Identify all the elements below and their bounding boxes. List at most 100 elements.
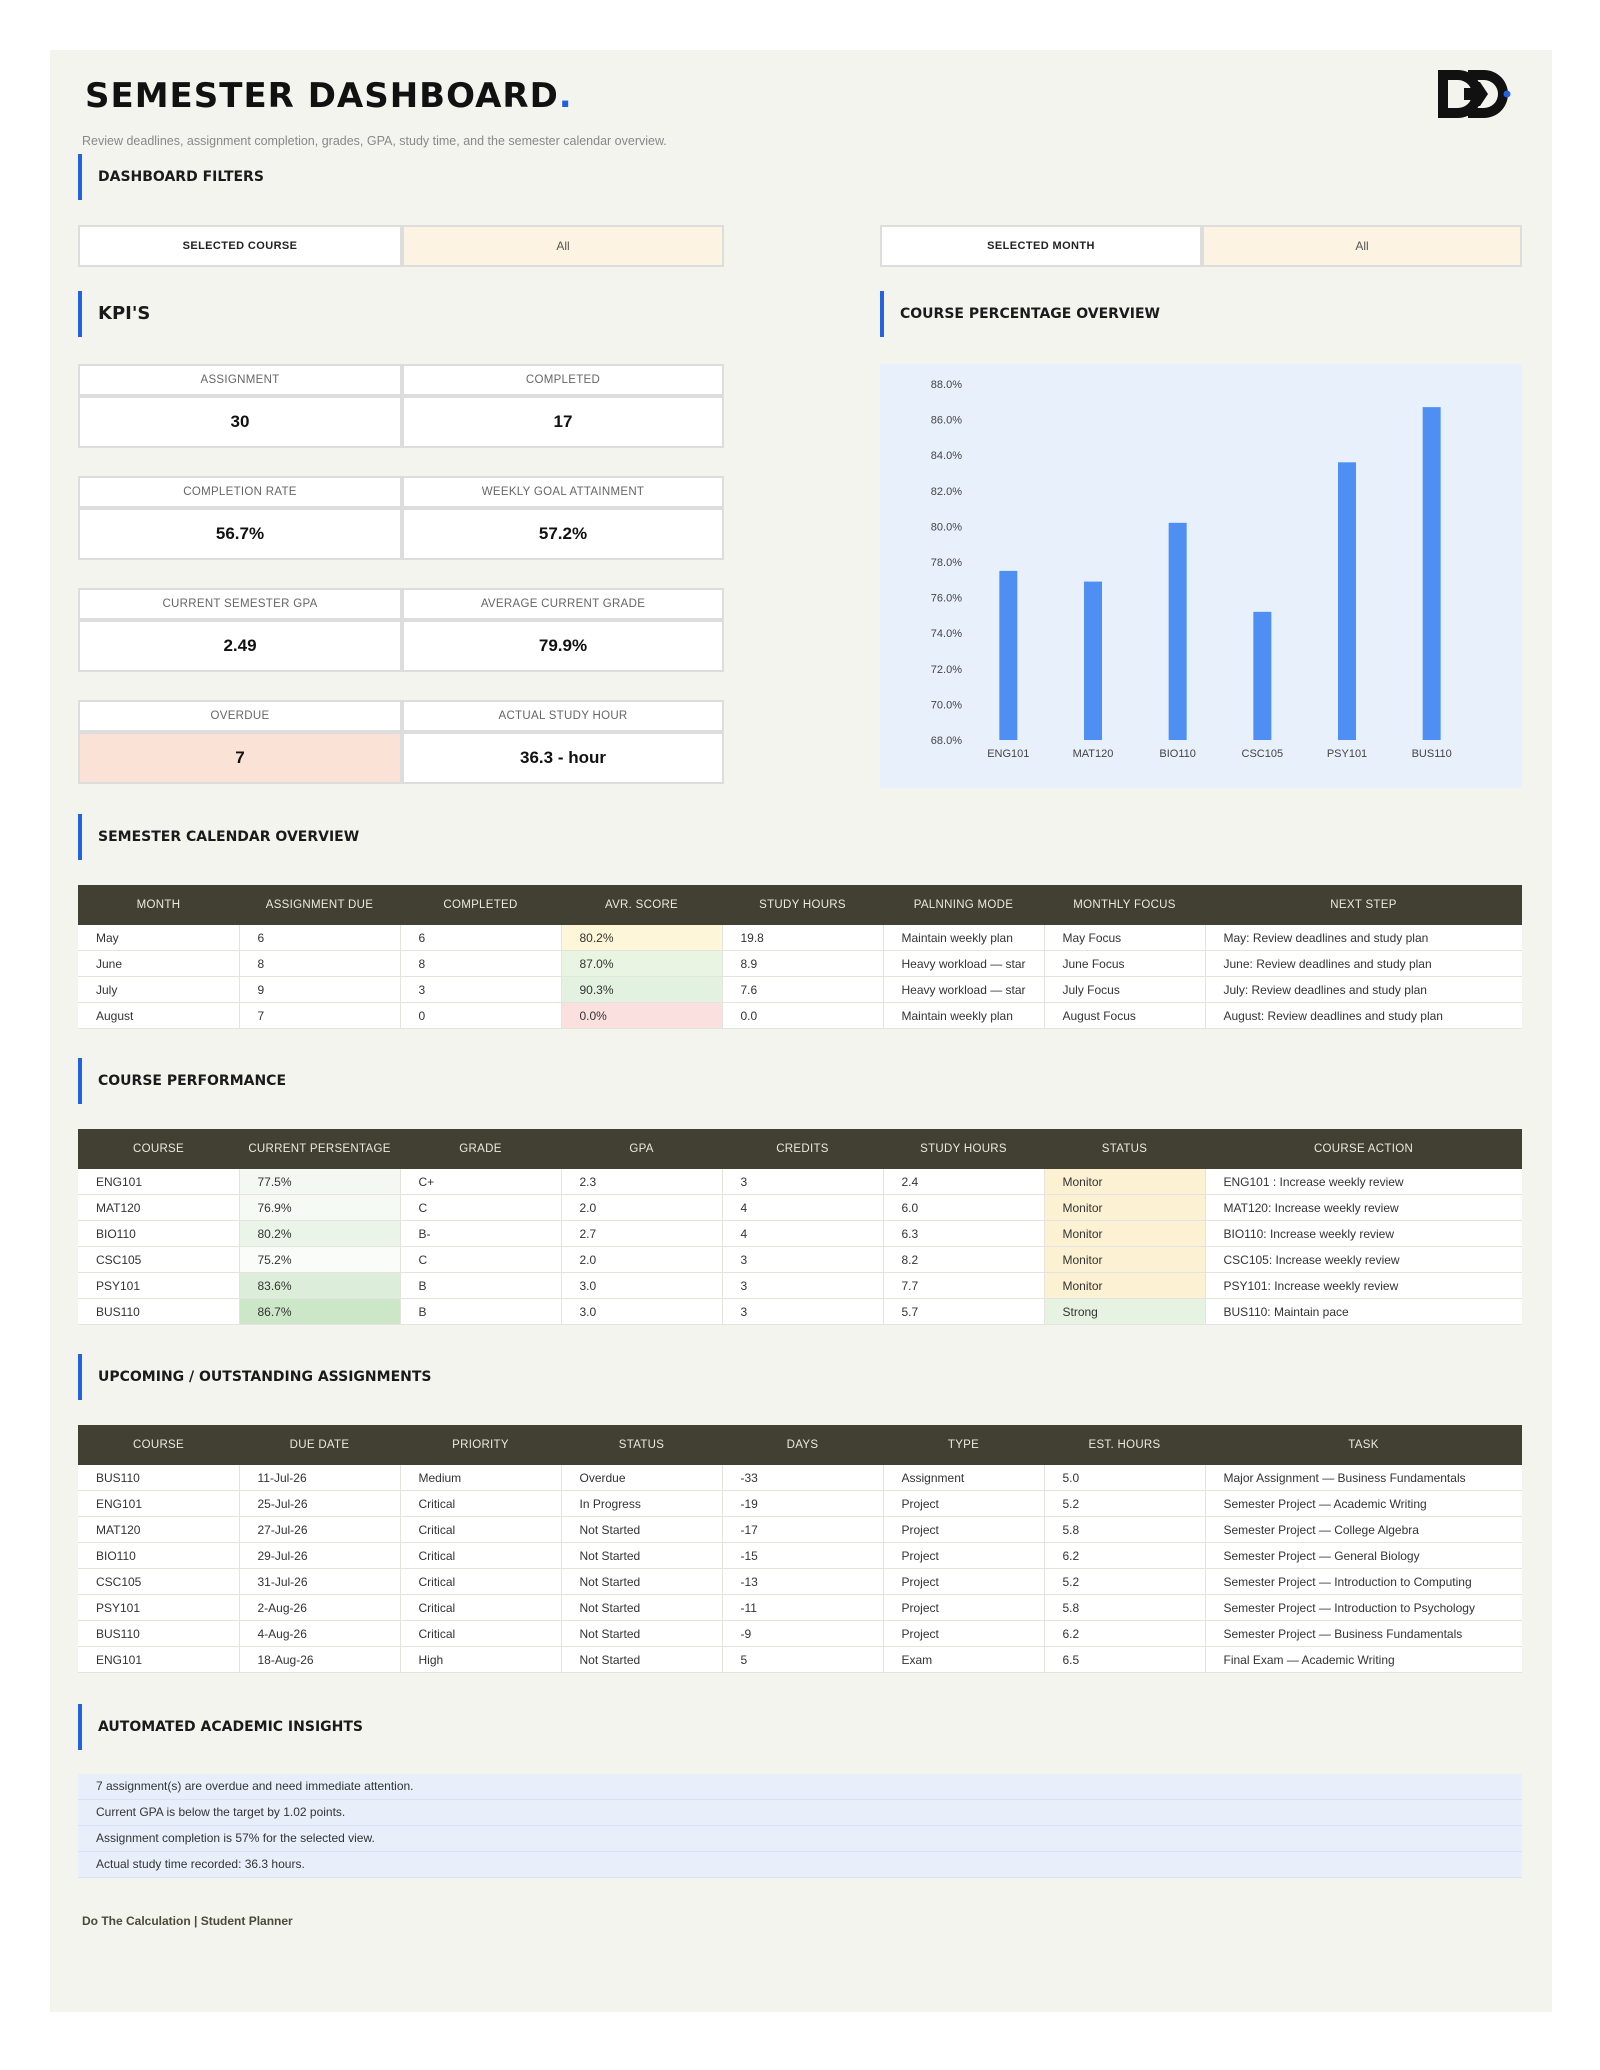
chart-bar: [1253, 611, 1272, 740]
section-upcoming-assignments: UPCOMING / OUTSTANDING ASSIGNMENTS: [78, 1354, 431, 1400]
table-cell: -11: [722, 1594, 884, 1621]
table-cell: 2.3: [561, 1169, 723, 1195]
table-cell: 4-Aug-26: [239, 1620, 401, 1647]
table-cell: BUS110: Maintain pace: [1205, 1298, 1522, 1325]
y-tick-label: 82.0%: [931, 486, 962, 498]
table-cell: Major Assignment — Business Fundamentals: [1205, 1465, 1522, 1491]
column-header: AVR. SCORE: [561, 885, 722, 925]
table-cell: 6.0: [883, 1194, 1045, 1221]
table-cell: Semester Project — Introduction to Compu…: [1205, 1568, 1522, 1595]
table-cell: July Focus: [1044, 976, 1206, 1003]
table-cell: 2.0: [561, 1246, 723, 1273]
table-cell: Semester Project — College Algebra: [1205, 1516, 1522, 1543]
table-cell: Maintain weekly plan: [883, 925, 1045, 951]
table-cell: Strong: [1044, 1298, 1206, 1325]
table-cell: -9: [722, 1620, 884, 1647]
selected-course-dropdown[interactable]: All: [402, 225, 724, 267]
kpi-avg-grade-label: AVERAGE CURRENT GRADE: [402, 588, 724, 620]
table-row: MAT120 76.9% C 2.0 4 6.0 Monitor MAT120: Increa…: [78, 1194, 1522, 1221]
table-row: June 8 8 87.0% 8.9 Heavy workload — star June …: [78, 950, 1522, 977]
table-cell: ENG101: [78, 1490, 240, 1517]
table-cell: B: [400, 1298, 562, 1325]
table-cell: 80.2%: [239, 1220, 401, 1247]
section-course-performance: COURSE PERFORMANCE: [78, 1058, 286, 1104]
column-header: GPA: [561, 1129, 722, 1169]
table-cell: Semester Project — General Biology: [1205, 1542, 1522, 1569]
table-cell: -33: [722, 1465, 884, 1491]
kpi-gpa-value: 2.49: [78, 620, 402, 672]
chart-bar: [1084, 581, 1102, 740]
table-cell: C+: [400, 1169, 562, 1195]
y-tick-label: 78.0%: [931, 557, 962, 569]
table-cell: 9: [239, 976, 401, 1003]
y-tick-label: 80.0%: [931, 521, 962, 533]
table-cell: June: [78, 950, 240, 977]
table-cell: 3: [722, 1298, 884, 1325]
table-cell: 6.2: [1044, 1542, 1206, 1569]
table-cell: Heavy workload — star: [883, 950, 1045, 977]
table-cell: PSY101: [78, 1594, 240, 1621]
table-cell: BUS110: [78, 1620, 240, 1647]
page-title: SEMESTER DASHBOARD.: [85, 76, 573, 116]
y-tick-label: 76.0%: [931, 593, 962, 605]
kpi-avg-grade-value: 79.9%: [402, 620, 724, 672]
table-cell: Assignment: [883, 1465, 1045, 1491]
table-cell: 6.2: [1044, 1620, 1206, 1647]
table-cell: Critical: [400, 1490, 562, 1517]
table-cell: 3: [722, 1246, 884, 1273]
table-cell: July: [78, 976, 240, 1003]
table-cell: June Focus: [1044, 950, 1206, 977]
table-cell: ENG101: [78, 1169, 240, 1195]
table-row: ENG101 25-Jul-26 Critical In Progress -19 Pro…: [78, 1490, 1522, 1517]
table-cell: 2.7: [561, 1220, 723, 1247]
x-tick-label: CSC105: [1242, 748, 1284, 760]
table-cell: Monitor: [1044, 1169, 1206, 1195]
section-dashboard-filters: DASHBOARD FILTERS: [78, 154, 264, 200]
course-performance-table: COURSE CURRENT PERSENTAGE GRADE GPA CREDITS S…: [78, 1129, 1522, 1325]
chart-bar: [1338, 462, 1356, 740]
table-cell: 6.3: [883, 1220, 1045, 1247]
table-cell: 25-Jul-26: [239, 1490, 401, 1517]
y-tick-label: 74.0%: [931, 628, 962, 640]
section-academic-insights: AUTOMATED ACADEMIC INSIGHTS: [78, 1704, 363, 1750]
table-cell: 3: [722, 1169, 884, 1195]
table-cell: ENG101: [78, 1646, 240, 1673]
table-cell: BUS110: [78, 1298, 240, 1325]
kpi-study-hour-label: ACTUAL STUDY HOUR: [402, 700, 724, 732]
table-row: BUS110 86.7% B 3.0 3 5.7 Strong BUS110: Maintai…: [78, 1298, 1522, 1325]
table-cell: Semester Project — Academic Writing: [1205, 1490, 1522, 1517]
table-cell: Medium: [400, 1465, 562, 1491]
table-cell: 0.0%: [561, 1002, 723, 1029]
kpi-completed-value: 17: [402, 396, 724, 448]
y-tick-label: 68.0%: [931, 735, 962, 747]
kpi-gpa-label: CURRENT SEMESTER GPA: [78, 588, 402, 620]
table-cell: 19.8: [722, 925, 884, 951]
table-cell: Not Started: [561, 1594, 723, 1621]
table-cell: 6: [400, 925, 562, 951]
table-cell: 7.7: [883, 1272, 1045, 1299]
table-cell: June: Review deadlines and study plan: [1205, 950, 1522, 977]
selected-month-dropdown[interactable]: All: [1202, 225, 1522, 267]
table-cell: Critical: [400, 1542, 562, 1569]
column-header: ASSIGNMENT DUE: [239, 885, 400, 925]
table-cell: 11-Jul-26: [239, 1465, 401, 1491]
table-row: ENG101 18-Aug-26 High Not Started 5 Exam 6.5 Fi…: [78, 1646, 1522, 1673]
table-cell: Project: [883, 1568, 1045, 1595]
table-cell: July: Review deadlines and study plan: [1205, 976, 1522, 1003]
table-cell: May: [78, 925, 240, 951]
table-cell: -19: [722, 1490, 884, 1517]
chart-bar: [1168, 522, 1187, 740]
insight-item: Assignment completion is 57% for the sel…: [78, 1826, 1522, 1852]
table-cell: BIO110: [78, 1220, 240, 1247]
table-cell: May Focus: [1044, 925, 1206, 951]
table-cell: PSY101: [78, 1272, 240, 1299]
table-cell: 2-Aug-26: [239, 1594, 401, 1621]
table-cell: MAT120: Increase weekly review: [1205, 1194, 1522, 1221]
table-cell: August: Review deadlines and study plan: [1205, 1002, 1522, 1029]
table-cell: In Progress: [561, 1490, 723, 1517]
table-cell: Exam: [883, 1646, 1045, 1673]
table-cell: BUS110: [78, 1465, 240, 1491]
table-cell: BIO110: [78, 1542, 240, 1569]
column-header: PALNNING MODE: [883, 885, 1044, 925]
table-cell: Critical: [400, 1620, 562, 1647]
